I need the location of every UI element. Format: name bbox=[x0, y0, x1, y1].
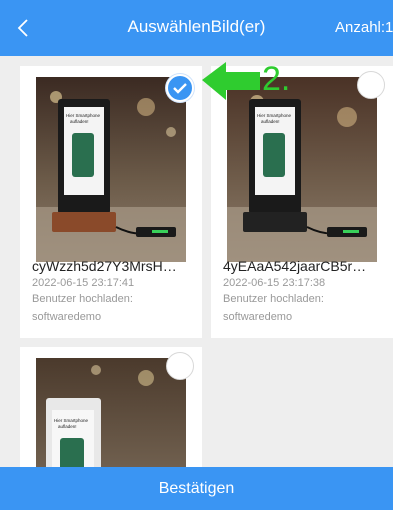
thumb-text-line2: aufladen! bbox=[261, 119, 280, 124]
annotation-arrow bbox=[202, 62, 260, 100]
uploader-name: softwaredemo bbox=[223, 311, 293, 323]
thumb-text-line1: Hier Smartphone bbox=[66, 113, 101, 118]
image-thumbnail[interactable]: Hier Smartphone aufladen! bbox=[36, 77, 186, 262]
confirm-button[interactable]: Bestätigen bbox=[0, 467, 393, 510]
thumb-text-line2: aufladen! bbox=[58, 424, 77, 429]
uploader-name: softwaredemo bbox=[32, 311, 102, 323]
arrow-left-icon bbox=[202, 62, 260, 100]
unselected-checkbox[interactable] bbox=[166, 352, 194, 380]
uploader-label: Benutzer hochladen: bbox=[223, 293, 324, 305]
image-card[interactable]: Hier Smartphone aufladen! bbox=[20, 347, 202, 498]
annotation-step-label: 2. bbox=[262, 60, 291, 98]
image-card[interactable]: Hier Smartphone aufladen! cyWzzh5d27Y3Mr… bbox=[20, 66, 202, 338]
selection-count: Anzahl:1 bbox=[335, 19, 393, 36]
thumb-text-line1: Hier Smartphone bbox=[54, 418, 89, 423]
thumb-text-line1: Hier Smartphone bbox=[257, 113, 292, 118]
image-name: 4yEAaA542jaarCB5r… bbox=[223, 258, 367, 274]
top-bar: AuswählenBild(er) Anzahl:1 bbox=[0, 0, 393, 56]
thumb-text-line2: aufladen! bbox=[70, 119, 89, 124]
unselected-checkbox[interactable] bbox=[357, 71, 385, 99]
checkmark-icon bbox=[173, 83, 187, 94]
image-name: cyWzzh5d27Y3MrsH… bbox=[32, 258, 177, 274]
selected-checkbox[interactable] bbox=[166, 74, 194, 102]
image-date: 2022-06-15 23:17:38 bbox=[223, 277, 326, 289]
image-date: 2022-06-15 23:17:41 bbox=[32, 277, 135, 289]
uploader-label: Benutzer hochladen: bbox=[32, 293, 133, 305]
